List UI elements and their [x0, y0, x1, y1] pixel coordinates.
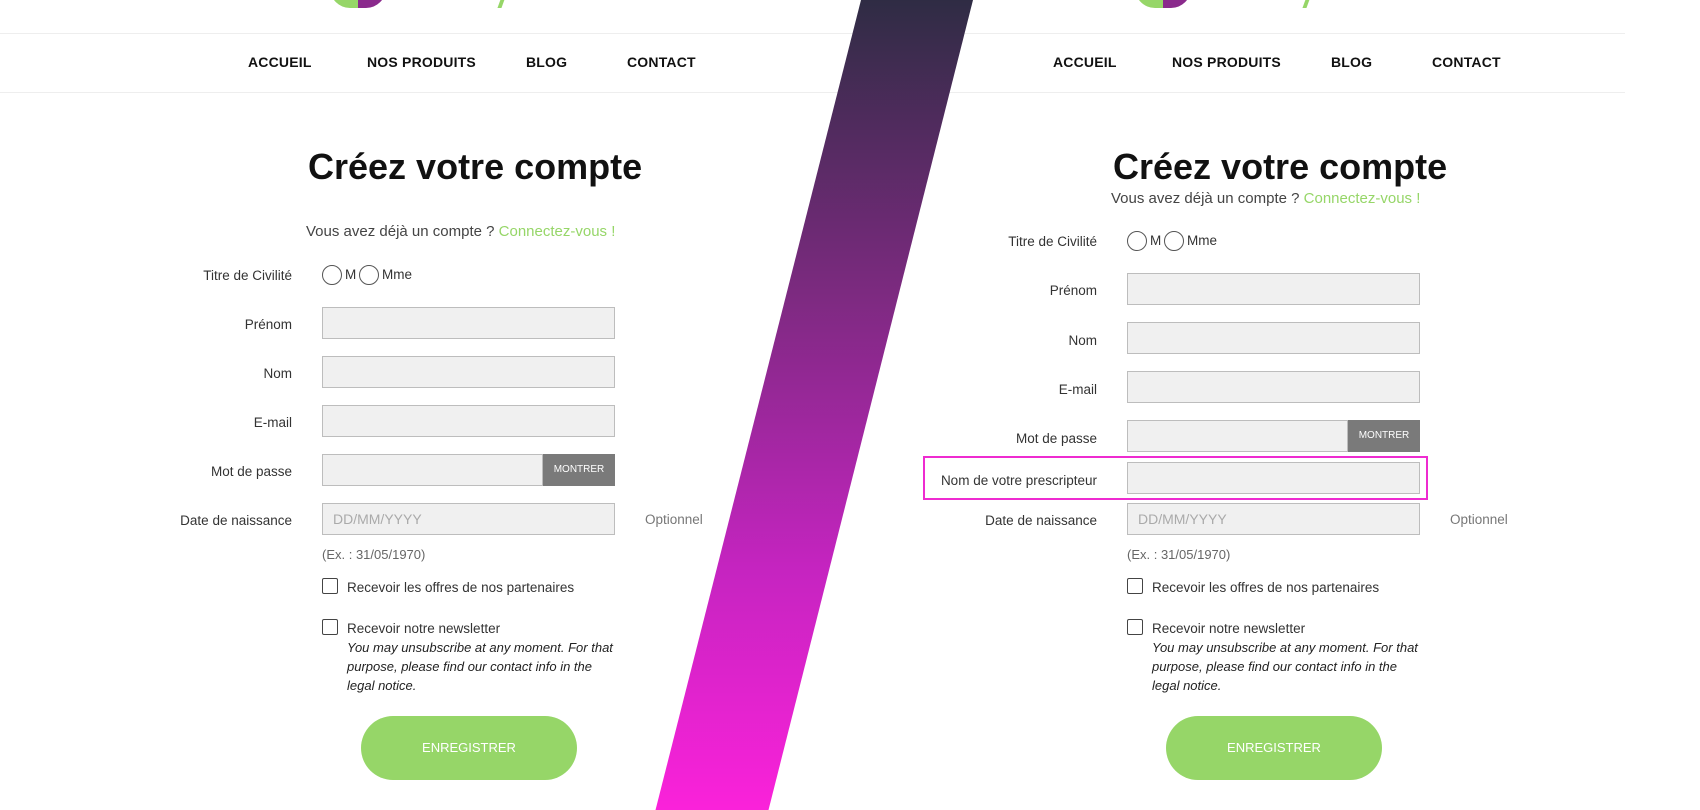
nav-blog[interactable]: BLOG: [1331, 54, 1372, 70]
show-password-button[interactable]: MONTRER: [1348, 420, 1420, 452]
login-link[interactable]: Connectez-vous !: [1304, 190, 1421, 207]
lastname-label: Nom: [263, 366, 292, 381]
birthdate-hint: (Ex. : 31/05/1970): [322, 547, 426, 562]
page-title: Créez votre compte: [1113, 146, 1448, 187]
newsletter-label: Recevoir notre newsletter: [347, 621, 501, 636]
nav-blog[interactable]: BLOG: [526, 54, 567, 70]
prescriber-input[interactable]: [1127, 462, 1420, 494]
civility-label: Titre de Civilité: [203, 268, 292, 283]
partners-offers-checkbox[interactable]: [322, 578, 338, 594]
lastname-label: Nom: [1068, 333, 1097, 348]
newsletter-checkbox[interactable]: [322, 619, 338, 635]
login-prompt-text: Vous avez déjà un compte ?: [1111, 190, 1300, 207]
lastname-input[interactable]: [322, 356, 615, 388]
password-label: Mot de passe: [1015, 431, 1097, 446]
email-input[interactable]: [322, 405, 615, 437]
login-link[interactable]: Connectez-vous !: [499, 223, 616, 240]
nav-products[interactable]: NOS PRODUITS: [1172, 54, 1281, 70]
newsletter-label: Recevoir notre newsletter: [1152, 621, 1306, 636]
birthdate-label: Date de naissance: [180, 513, 292, 528]
civility-mme-radio[interactable]: [1164, 231, 1184, 251]
birthdate-label: Date de naissance: [985, 513, 1097, 528]
login-prompt: Vous avez déjà un compte ? Connectez-vou…: [1111, 190, 1420, 207]
civility-m-label: M: [345, 267, 357, 282]
nav-contact[interactable]: CONTACT: [1432, 54, 1501, 70]
top-nav: ACCUEIL NOS PRODUITS BLOG CONTACT: [805, 33, 1625, 93]
birthdate-input[interactable]: [322, 503, 615, 535]
partners-offers-label: Recevoir les offres de nos partenaires: [1152, 580, 1380, 595]
prescriber-label: Nom de votre prescripteur: [940, 473, 1097, 488]
civility-mme-label: Mme: [1187, 233, 1217, 248]
firstname-label: Prénom: [244, 317, 292, 332]
login-prompt: Vous avez déjà un compte ? Connectez-vou…: [306, 223, 615, 240]
nav-home[interactable]: ACCUEIL: [1053, 54, 1117, 70]
password-input[interactable]: [322, 454, 543, 486]
civility-label: Titre de Civilité: [1008, 234, 1097, 249]
partners-offers-checkbox[interactable]: [1127, 578, 1143, 594]
birthdate-optional: Optionnel: [1450, 512, 1508, 527]
newsletter-disclaimer: You may unsubscribe at any moment. For t…: [347, 640, 613, 693]
civility-mme-radio[interactable]: [359, 265, 379, 285]
login-prompt-text: Vous avez déjà un compte ?: [306, 223, 495, 240]
birthdate-optional: Optionnel: [645, 512, 703, 527]
civility-m-label: M: [1150, 233, 1162, 248]
civility-mme-label: Mme: [382, 267, 412, 282]
birthdate-input[interactable]: [1127, 503, 1420, 535]
civility-m-radio[interactable]: [322, 265, 342, 285]
form-before-panel: ACCUEIL NOS PRODUITS BLOG CONTACT Créez …: [0, 0, 820, 810]
logo-mark-icon: [497, 0, 507, 8]
top-nav: ACCUEIL NOS PRODUITS BLOG CONTACT: [0, 33, 820, 93]
logo-icon: [1135, 0, 1191, 8]
firstname-input[interactable]: [1127, 273, 1420, 305]
firstname-input[interactable]: [322, 307, 615, 339]
email-label: E-mail: [253, 415, 292, 430]
password-input[interactable]: [1127, 420, 1348, 452]
partners-offers-label: Recevoir les offres de nos partenaires: [347, 580, 575, 595]
logo-icon: [330, 0, 386, 8]
nav-products[interactable]: NOS PRODUITS: [367, 54, 476, 70]
birthdate-hint: (Ex. : 31/05/1970): [1127, 547, 1231, 562]
lastname-input[interactable]: [1127, 322, 1420, 354]
firstname-label: Prénom: [1049, 283, 1097, 298]
email-input[interactable]: [1127, 371, 1420, 403]
newsletter-checkbox[interactable]: [1127, 619, 1143, 635]
newsletter-disclaimer: You may unsubscribe at any moment. For t…: [1152, 640, 1418, 693]
show-password-button[interactable]: MONTRER: [543, 454, 615, 486]
nav-contact[interactable]: CONTACT: [627, 54, 696, 70]
logo-mark-icon: [1302, 0, 1312, 8]
page-title: Créez votre compte: [308, 146, 643, 187]
register-button[interactable]: ENREGISTRER: [361, 716, 577, 780]
nav-home[interactable]: ACCUEIL: [248, 54, 312, 70]
password-label: Mot de passe: [210, 464, 292, 479]
civility-m-radio[interactable]: [1127, 231, 1147, 251]
email-label: E-mail: [1058, 382, 1097, 397]
register-button[interactable]: ENREGISTRER: [1166, 716, 1382, 780]
form-after-panel: ACCUEIL NOS PRODUITS BLOG CONTACT Créez …: [805, 0, 1625, 810]
